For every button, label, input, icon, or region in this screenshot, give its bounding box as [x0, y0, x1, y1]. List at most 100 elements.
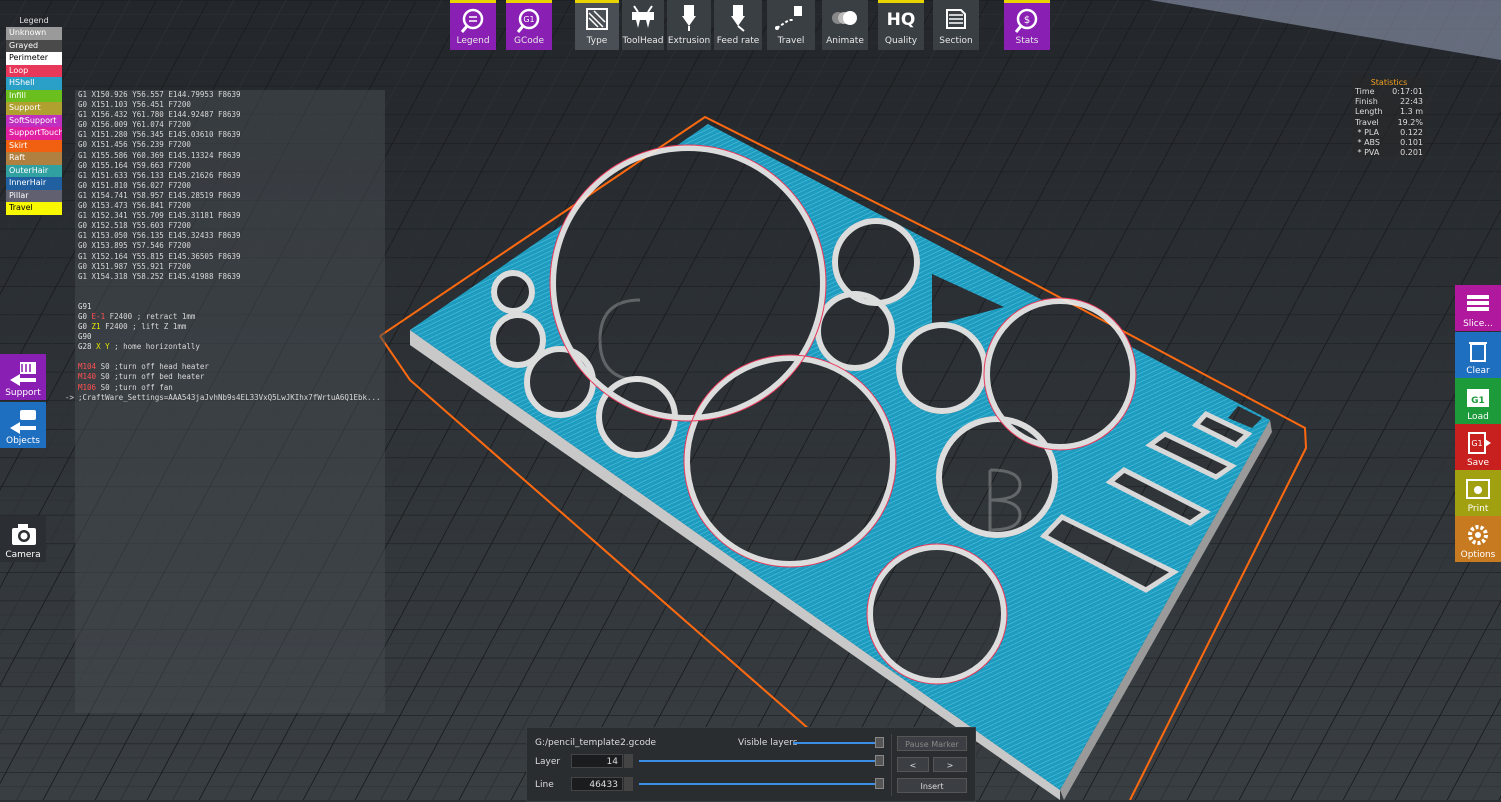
- gcode-token: Y56.841: [132, 201, 164, 211]
- load-button[interactable]: G1 Load: [1455, 378, 1501, 424]
- visible-layers-slider[interactable]: [793, 742, 879, 744]
- statistics-key: * PVA: [1355, 148, 1380, 158]
- hq-icon: HQ: [886, 10, 916, 30]
- gcode-token: Y59.663: [132, 160, 164, 170]
- svg-text:$: $: [1024, 15, 1030, 26]
- feedrate-button-label: Feed rate: [716, 36, 760, 46]
- gcode-line: M104 S0 ;turn off head heater: [75, 362, 385, 372]
- objects-button[interactable]: Objects: [0, 402, 46, 448]
- gcode-token: Y57.546: [132, 241, 164, 251]
- gcode-token: X151.280: [91, 130, 128, 140]
- nozzle-speed-icon: [731, 5, 745, 32]
- gcode-line: G0 X151.103 Y56.451 F7200: [75, 100, 385, 110]
- gcode-line: G90: [75, 332, 385, 342]
- gcode-token: Y56.557: [132, 90, 164, 99]
- gcode-token: Z1: [91, 321, 101, 331]
- gcode-token: ; home horizontally: [109, 342, 200, 352]
- line-slider-handle[interactable]: [875, 778, 884, 789]
- line-slider[interactable]: [639, 783, 879, 785]
- gcode-token: G91: [78, 301, 92, 311]
- extrusion-button[interactable]: Extrusion: [667, 0, 711, 50]
- gcode-line: M106 S0 ;turn off fan: [75, 383, 385, 393]
- type-button-label: Type: [586, 36, 608, 46]
- visible-layers-handle[interactable]: [875, 737, 884, 748]
- trash-icon: [1469, 342, 1487, 362]
- gcode-token: X153.050: [91, 231, 128, 241]
- layer-slider-handle[interactable]: [875, 755, 884, 766]
- legend-item: Support: [6, 102, 62, 115]
- gcode-token: X153.895: [91, 241, 128, 251]
- save-file-icon: G1: [1468, 432, 1491, 454]
- gcode-button[interactable]: G1 GCode: [506, 0, 552, 50]
- feedrate-button[interactable]: Feed rate: [714, 0, 762, 50]
- model-pencil-template: [380, 110, 1310, 800]
- insert-button[interactable]: Insert: [897, 778, 967, 793]
- gcode-button-label: GCode: [513, 36, 544, 46]
- camera-button[interactable]: Camera: [0, 516, 46, 562]
- gcode-token: Y55.921: [132, 261, 164, 271]
- extrusion-button-label: Extrusion: [667, 36, 711, 46]
- gcode-token: G90: [78, 332, 92, 342]
- gcode-line: G0 X155.164 Y59.663 F7200: [75, 161, 385, 171]
- gcode-token: G1: [78, 130, 88, 140]
- support-button[interactable]: Support: [0, 354, 46, 400]
- gcode-line: G0 E-1 F2400 ; retract 1mm: [75, 312, 385, 322]
- legend-button[interactable]: Legend: [450, 0, 496, 50]
- layer-slider[interactable]: [639, 760, 879, 762]
- gcode-line: G0 Z1 F2400 ; lift Z 1mm: [75, 322, 385, 332]
- statistics-value: 0:17:01: [1392, 87, 1423, 96]
- legend-item: SoftSupport: [6, 114, 62, 127]
- statistics-key: * ABS: [1355, 137, 1380, 147]
- gcode-token: X151.103: [91, 100, 128, 110]
- travel-button[interactable]: Travel: [767, 0, 815, 50]
- layer-spinner[interactable]: [624, 754, 633, 768]
- toolhead-button[interactable]: ToolHead: [622, 0, 664, 50]
- animate-button[interactable]: Animate: [822, 0, 868, 50]
- statistics-key: * PLA: [1355, 127, 1380, 137]
- gcode-token: M140: [78, 372, 97, 382]
- next-button[interactable]: >: [933, 757, 967, 772]
- pause-marker-button[interactable]: Pause Marker: [897, 736, 967, 751]
- stats-button[interactable]: $ Stats: [1004, 0, 1050, 50]
- gcode-line: [75, 352, 385, 362]
- statistics-value: 0.122: [1400, 127, 1423, 137]
- legend-item: SupportTouch: [6, 127, 62, 140]
- gcode-line: G1 X154.318 Y58.252 E145.41988 F8639: [75, 272, 385, 282]
- stats-magnifier-icon: $: [1014, 8, 1038, 33]
- layer-label: Layer: [535, 757, 561, 767]
- statistics-row: Travel 19.2%: [1352, 118, 1426, 128]
- gcode-panel: G1 X150.926 Y56.557 E144.79953 F8639 G0 …: [65, 90, 385, 713]
- travel-path-icon: [775, 6, 802, 30]
- gcode-token: X151.633: [91, 170, 128, 180]
- svg-text:G1: G1: [1471, 439, 1482, 448]
- layer-input[interactable]: 14: [571, 754, 623, 768]
- legend-panel: Legend Unknown Grayed Perimeter Loop HShell I…: [6, 16, 62, 215]
- visible-layers-label: Visible layers: [738, 738, 798, 748]
- gcode-token: X152.341: [91, 211, 128, 221]
- save-button[interactable]: G1 Save: [1455, 424, 1501, 470]
- svg-text:G1: G1: [523, 15, 534, 24]
- options-button[interactable]: Options: [1455, 516, 1501, 562]
- print-button[interactable]: Print: [1455, 470, 1501, 516]
- line-input[interactable]: 46433: [571, 777, 623, 791]
- slice-button[interactable]: Slice...: [1455, 285, 1501, 331]
- previous-button[interactable]: <: [897, 757, 929, 772]
- hatch-square-icon: [586, 8, 608, 30]
- clear-button[interactable]: Clear: [1455, 332, 1501, 378]
- gcode-token: S0 ;turn off head heater: [96, 362, 209, 372]
- gcode-token: F8639: [217, 271, 241, 281]
- gcode-token: F8639: [217, 110, 241, 120]
- type-button[interactable]: Type: [575, 0, 619, 50]
- quality-button[interactable]: HQ Quality: [878, 0, 924, 50]
- gcode-line: G28 X Y ; home horizontally: [75, 342, 385, 352]
- line-spinner[interactable]: [624, 777, 633, 791]
- gcode-line: G1 X156.432 Y61.780 E144.92487 F8639: [75, 110, 385, 120]
- section-button[interactable]: Section: [933, 0, 979, 50]
- toolhead-icon: [632, 5, 654, 28]
- gcode-line: G1 X151.280 Y56.345 E145.03610 F8639: [75, 130, 385, 140]
- animate-icon: [832, 11, 857, 25]
- gcode-token: M106: [78, 382, 97, 392]
- legend-button-label: Legend: [456, 36, 490, 46]
- gcode-line: -> ;CraftWare_Settings=AAA543jaJvhNb9s4EL…: [65, 393, 385, 403]
- gcode-line: G1 X151.633 Y56.133 E145.21626 F8639: [75, 171, 385, 181]
